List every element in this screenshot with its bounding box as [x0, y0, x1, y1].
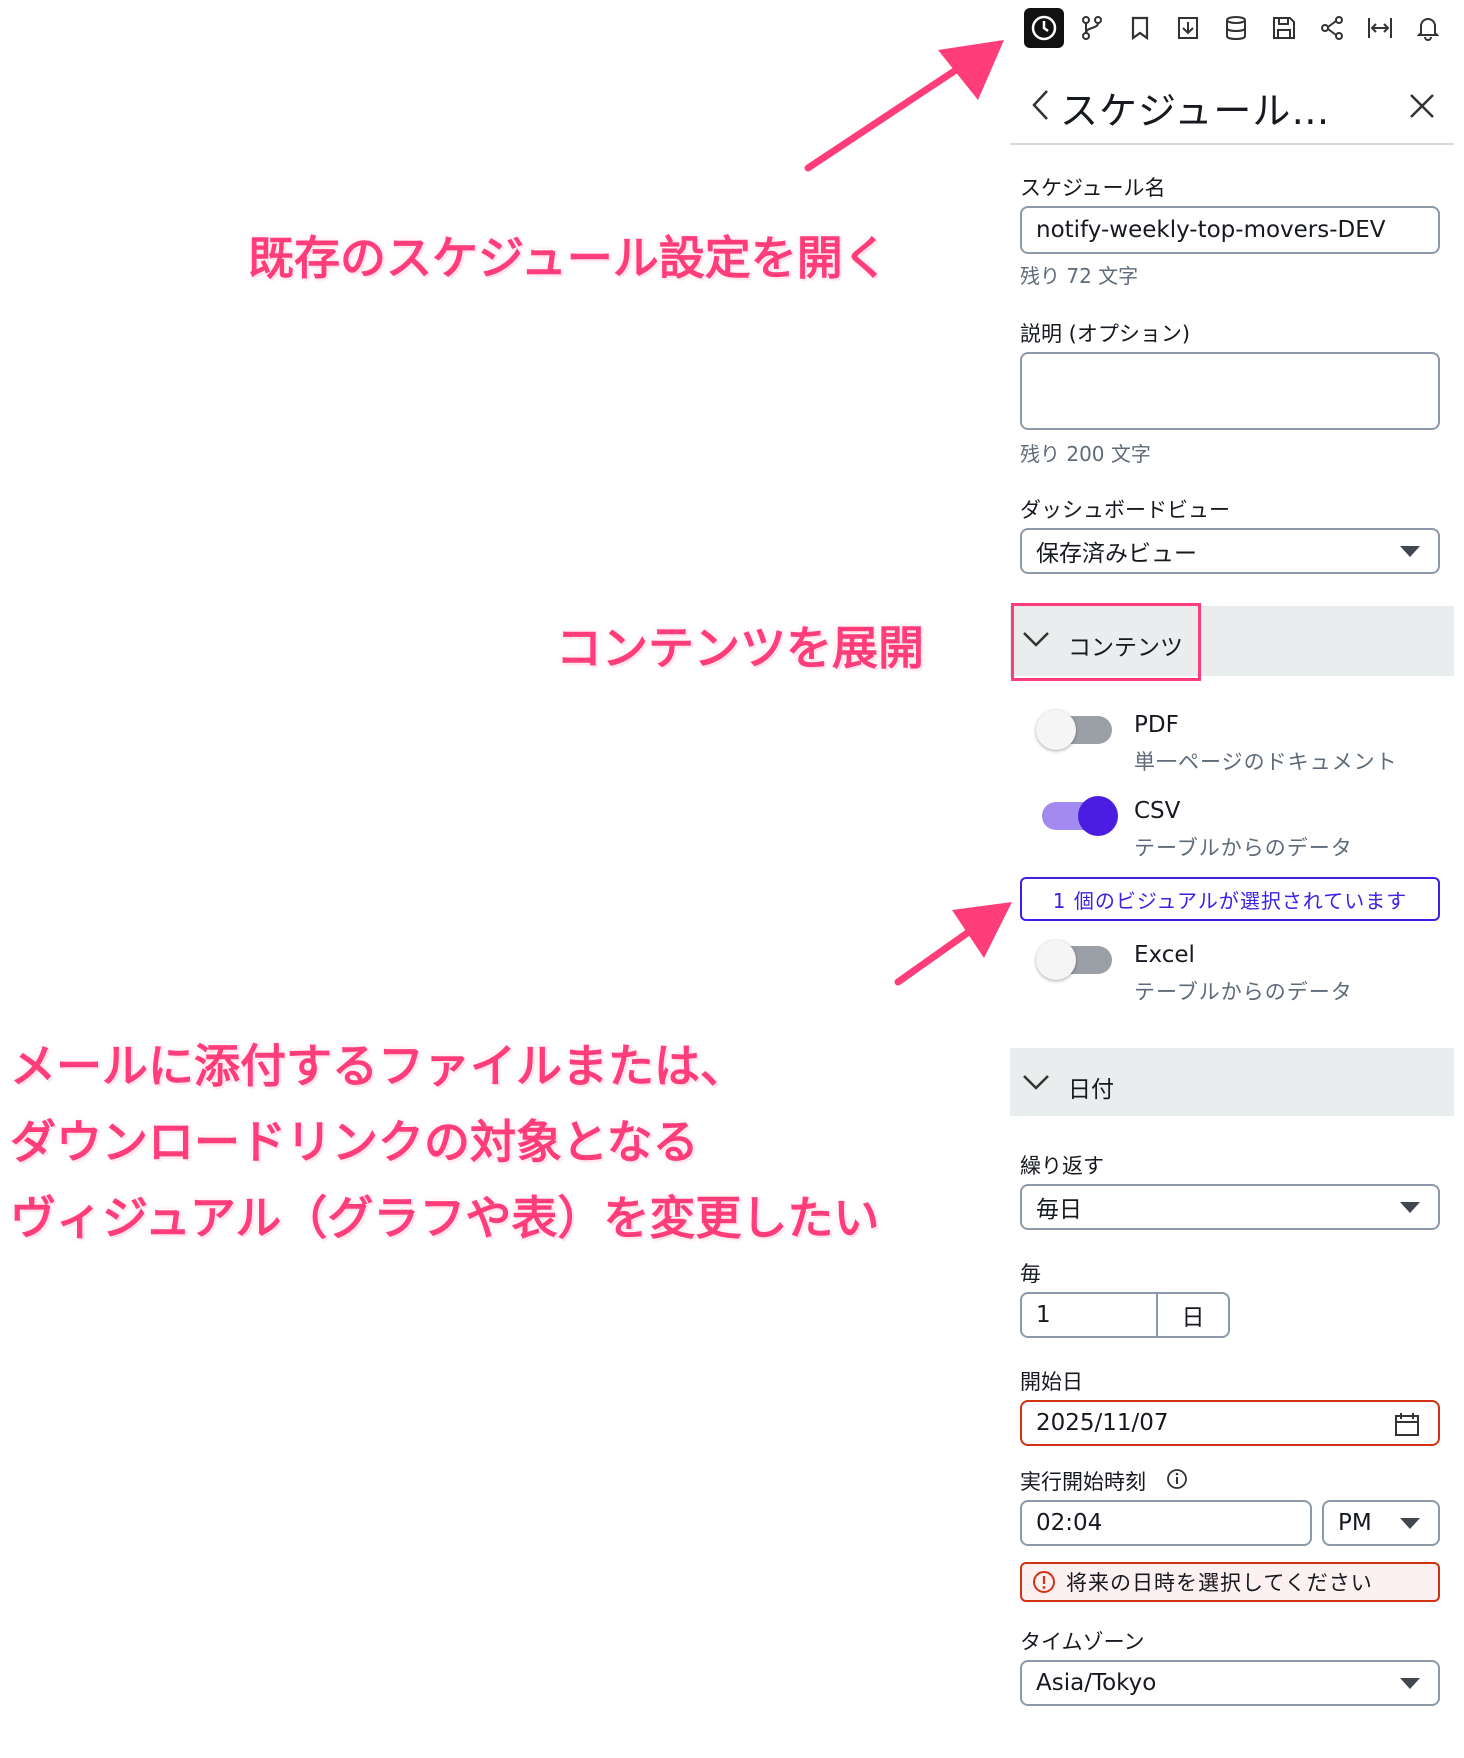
- annotation-arrows: [804, 40, 1012, 986]
- arrow-to-selection: [894, 902, 1012, 986]
- arrow-to-toolbar: [804, 40, 1004, 172]
